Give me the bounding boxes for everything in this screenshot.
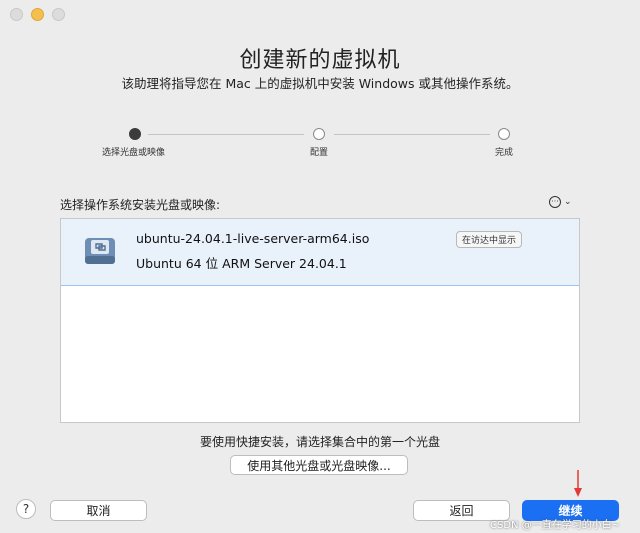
page-subtitle: 该助理将指导您在 Mac 上的虚拟机中安装 Windows 或其他操作系统。 — [121, 76, 519, 91]
chevron-down-icon: ⌄ — [564, 197, 572, 207]
step-3-label: 完成 — [495, 148, 514, 158]
source-list[interactable]: ubuntu-24.04.1-live-server-arm64.iso Ubu… — [60, 218, 580, 423]
disk-image-icon — [85, 238, 115, 264]
more-options-button[interactable]: ··· ⌄ — [549, 196, 572, 208]
cancel-button[interactable]: 取消 — [50, 500, 147, 521]
step-connector — [334, 134, 490, 135]
help-button[interactable]: ? — [16, 499, 36, 519]
page-title: 创建新的虚拟机 — [239, 48, 401, 73]
step-connector — [148, 134, 304, 135]
window-controls — [10, 8, 65, 21]
progress-steps: 选择光盘或映像 配置 完成 — [0, 128, 640, 168]
watermark: CSDN @一直在学习的小白~ — [490, 520, 621, 531]
step-1-label: 选择光盘或映像 — [102, 148, 166, 158]
step-1-indicator — [129, 128, 141, 140]
quick-install-hint: 要使用快捷安装，请选择集合中的第一个光盘 — [199, 435, 440, 449]
step-2-label: 配置 — [310, 148, 329, 158]
source-list-label: 选择操作系统安装光盘或映像: — [60, 198, 221, 212]
ellipsis-circle-icon: ··· — [549, 196, 561, 208]
annotation-arrow-icon — [574, 470, 582, 497]
zoom-window-button[interactable] — [52, 8, 65, 21]
detected-os-name: Ubuntu 64 位 ARM Server 24.04.1 — [136, 256, 347, 271]
show-in-finder-button[interactable]: 在访达中显示 — [456, 231, 523, 248]
use-other-disk-button[interactable]: 使用其他光盘或光盘映像... — [230, 455, 408, 475]
close-window-button[interactable] — [10, 8, 23, 21]
minimize-window-button[interactable] — [31, 8, 44, 21]
disk-file-name: ubuntu-24.04.1-live-server-arm64.iso — [136, 231, 370, 246]
list-item[interactable]: ubuntu-24.04.1-live-server-arm64.iso Ubu… — [61, 219, 579, 286]
step-2-indicator — [313, 128, 325, 140]
step-3-indicator — [498, 128, 510, 140]
